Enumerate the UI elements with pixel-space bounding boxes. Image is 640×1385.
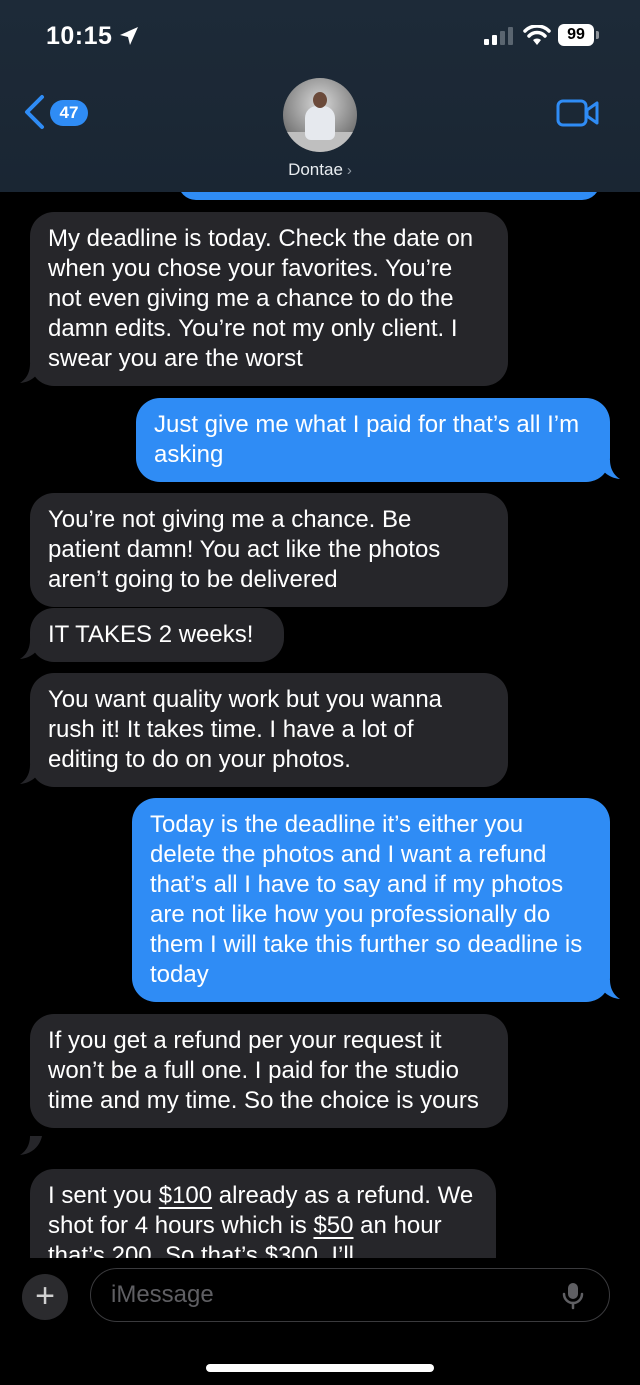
- imessage-input[interactable]: iMessage: [90, 1268, 610, 1322]
- apps-plus-button[interactable]: +: [22, 1274, 68, 1320]
- message-text: You’re not giving me a chance. Be patien…: [48, 506, 441, 593]
- conversation-header: 10:15 99 47 Dontae ›: [0, 0, 640, 192]
- bubble-tail: [20, 640, 42, 659]
- status-time: 10:15: [46, 22, 113, 50]
- message-bubble-outgoing[interactable]: Just give me what I paid for that’s all …: [136, 398, 610, 482]
- contact-name-text: Dontae: [288, 160, 343, 179]
- message-list[interactable]: My deadline is today. Check the date on …: [0, 192, 640, 1258]
- location-arrow-icon: [120, 27, 138, 45]
- message-text: My deadline is today. Check the date on …: [48, 225, 474, 372]
- battery-tip: [596, 31, 599, 39]
- microphone-icon[interactable]: [562, 1282, 584, 1310]
- message-text: If you get a refund per your request it …: [48, 1027, 479, 1114]
- message-text: IT TAKES 2 weeks!: [48, 621, 254, 648]
- message-bubble-incoming[interactable]: My deadline is today. Check the date on …: [30, 212, 508, 386]
- currency-link[interactable]: $300: [265, 1242, 318, 1258]
- bubble-tail: [598, 460, 620, 479]
- currency-link[interactable]: $100: [159, 1182, 212, 1209]
- battery-indicator: 99: [558, 24, 594, 46]
- imessage-placeholder: iMessage: [111, 1281, 214, 1308]
- bubble-tail: [20, 765, 42, 784]
- facetime-video-icon[interactable]: [556, 98, 600, 128]
- message-bubble-incoming[interactable]: You’re not giving me a chance. Be patien…: [30, 493, 508, 607]
- wifi-icon: [523, 25, 551, 45]
- message-text: You want quality work but you wanna rush…: [48, 686, 443, 773]
- contact-avatar[interactable]: [283, 78, 357, 152]
- home-indicator[interactable]: [206, 1364, 434, 1372]
- cellular-signal-icon: [484, 27, 513, 45]
- message-bubble-outgoing[interactable]: Today is the deadline it’s either you de…: [132, 798, 610, 1002]
- chevron-left-icon: [25, 95, 44, 129]
- message-text: I sent you $100 already as a refund. We …: [48, 1182, 473, 1258]
- message-text: Just give me what I paid for that’s all …: [154, 411, 580, 468]
- message-bubble-incoming[interactable]: I sent you $100 already as a refund. We …: [30, 1169, 496, 1258]
- message-bubble-incoming[interactable]: If you get a refund per your request it …: [30, 1014, 508, 1128]
- currency-link[interactable]: $50: [313, 1212, 353, 1239]
- message-bubble-incoming[interactable]: IT TAKES 2 weeks!: [30, 608, 284, 662]
- back-button[interactable]: 47: [22, 92, 92, 132]
- message-text: Today is the deadline it’s either you de…: [150, 811, 583, 988]
- unread-count-badge: 47: [50, 100, 88, 126]
- bubble-tail: [20, 1136, 42, 1155]
- bubble-tail: [598, 980, 620, 999]
- status-bar: 10:15 99: [0, 0, 640, 70]
- avatar-figure-body: [305, 106, 335, 140]
- contact-name[interactable]: Dontae ›: [0, 160, 640, 180]
- message-bubble-incoming[interactable]: You want quality work but you wanna rush…: [30, 673, 508, 787]
- bubble-tail: [20, 364, 42, 383]
- avatar-figure-head: [313, 92, 327, 108]
- chevron-right-icon: ›: [346, 162, 352, 179]
